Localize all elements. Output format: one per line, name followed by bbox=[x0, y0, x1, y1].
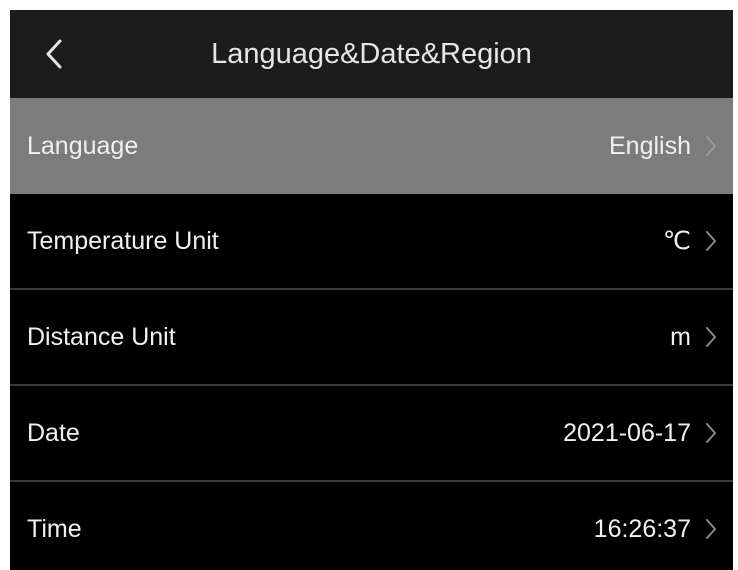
row-value: m bbox=[670, 322, 691, 351]
chevron-right-icon bbox=[699, 194, 723, 288]
page-title: Language&Date&Region bbox=[211, 38, 532, 70]
row-value: ℃ bbox=[662, 227, 691, 255]
row-label: Time bbox=[27, 514, 82, 543]
settings-row-temperature-unit[interactable]: Temperature Unit ℃ bbox=[10, 194, 733, 290]
row-label: Temperature Unit bbox=[27, 226, 219, 255]
settings-row-language[interactable]: Language English bbox=[10, 98, 733, 194]
settings-row-distance-unit[interactable]: Distance Unit m bbox=[10, 290, 733, 386]
screen-frame: Language&Date&Region Language English Te… bbox=[10, 10, 733, 570]
settings-list: Language English Temperature Unit ℃ Dist… bbox=[10, 98, 733, 570]
settings-row-date[interactable]: Date 2021-06-17 bbox=[10, 386, 733, 482]
header-bar: Language&Date&Region bbox=[10, 10, 733, 98]
row-value: 16:26:37 bbox=[593, 514, 691, 543]
chevron-right-icon bbox=[699, 98, 723, 194]
row-value: English bbox=[609, 131, 691, 160]
back-button[interactable] bbox=[32, 32, 76, 76]
row-label: Language bbox=[27, 131, 139, 160]
chevron-right-icon bbox=[699, 290, 723, 384]
chevron-right-icon bbox=[699, 386, 723, 480]
row-label: Distance Unit bbox=[27, 322, 176, 351]
row-value: 2021-06-17 bbox=[563, 418, 691, 447]
chevron-left-icon bbox=[46, 39, 62, 69]
row-label: Date bbox=[27, 418, 80, 447]
settings-row-time[interactable]: Time 16:26:37 bbox=[10, 482, 733, 570]
chevron-right-icon bbox=[699, 482, 723, 570]
